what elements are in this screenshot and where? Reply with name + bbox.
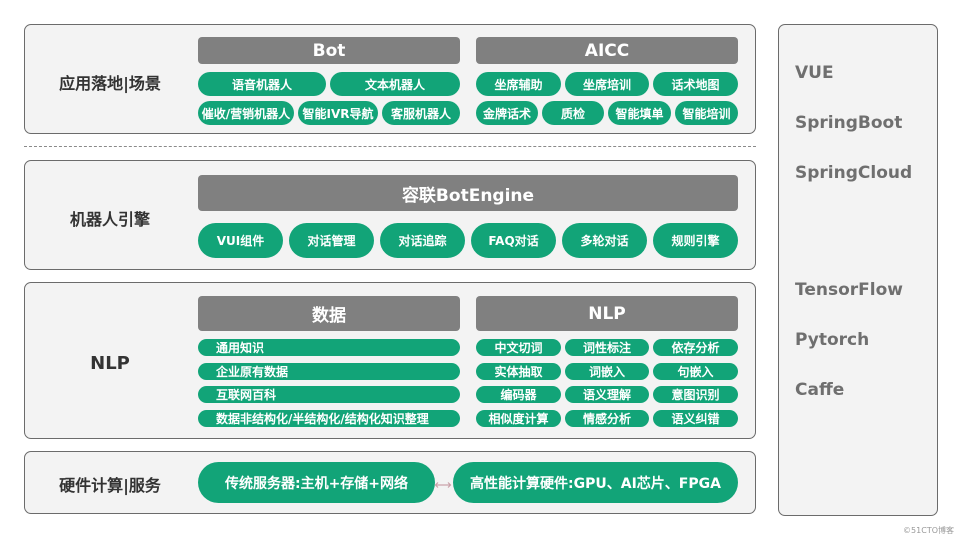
nlp-item-similarity[interactable]: 相似度计算 (476, 410, 561, 427)
nlp-item-dependency-parsing[interactable]: 依存分析 (653, 339, 738, 356)
nlp-item-pos-tagging[interactable]: 词性标注 (565, 339, 649, 356)
application-layer-label: 应用落地|场景 (59, 74, 161, 93)
bot-item-voice-robot[interactable]: 语音机器人 (198, 72, 326, 96)
data-item-internet-wiki[interactable]: 互联网百科 (198, 386, 460, 403)
aicc-item-agent-assist[interactable]: 坐席辅助 (476, 72, 561, 96)
nlp-item-semantic-correction[interactable]: 语义纠错 (653, 410, 738, 427)
engine-item-rule-engine[interactable]: 规则引擎 (653, 223, 738, 258)
nlp-item-encoder[interactable]: 编码器 (476, 386, 561, 403)
tech-stack-panel: VUE SpringBoot SpringCloud TensorFlow Py… (778, 24, 938, 516)
watermark: ©51CTO博客 (903, 526, 954, 535)
tech-item-caffe: Caffe (795, 380, 845, 400)
nlp-item-intent-recognition[interactable]: 意图识别 (653, 386, 738, 403)
nlp-item-word-embedding[interactable]: 词嵌入 (565, 363, 649, 380)
nlp-item-semantic-understanding[interactable]: 语义理解 (565, 386, 649, 403)
tech-item-springboot: SpringBoot (795, 113, 903, 133)
nlp-block-header: NLP (476, 296, 738, 331)
nlp-item-sentiment[interactable]: 情感分析 (565, 410, 649, 427)
hardware-layer-label: 硬件计算|服务 (59, 476, 161, 495)
aicc-item-gold-script[interactable]: 金牌话术 (476, 101, 538, 125)
aicc-item-script-map[interactable]: 话术地图 (653, 72, 738, 96)
nlp-item-sentence-embedding[interactable]: 句嵌入 (653, 363, 738, 380)
engine-item-faq[interactable]: FAQ对话 (471, 223, 556, 258)
engine-item-multi-turn[interactable]: 多轮对话 (562, 223, 647, 258)
engine-item-dialog-mgmt[interactable]: 对话管理 (289, 223, 374, 258)
aicc-item-agent-training[interactable]: 坐席培训 (565, 72, 649, 96)
nlp-layer: NLP 数据 通用知识 企业原有数据 互联网百科 数据非结构化/半结构化/结构化… (24, 282, 756, 439)
hardware-layer: 硬件计算|服务 传统服务器:主机+存储+网络 高性能计算硬件:GPU、AI芯片、… (24, 451, 756, 514)
bot-item-ivr-nav[interactable]: 智能IVR导航 (298, 101, 378, 125)
hardware-item-hpc[interactable]: 高性能计算硬件:GPU、AI芯片、FPGA (453, 462, 738, 503)
tech-item-springcloud: SpringCloud (795, 163, 913, 183)
engine-item-vui[interactable]: VUI组件 (198, 223, 283, 258)
data-item-enterprise-data[interactable]: 企业原有数据 (198, 363, 460, 380)
engine-layer-label: 机器人引擎 (69, 210, 150, 229)
bot-header: Bot (198, 37, 460, 64)
nlp-item-segmentation[interactable]: 中文切词 (476, 339, 561, 356)
tech-item-vue: VUE (795, 63, 834, 83)
data-item-general-knowledge[interactable]: 通用知识 (198, 339, 460, 356)
bot-item-service-robot[interactable]: 客服机器人 (382, 101, 460, 125)
aicc-item-quality-check[interactable]: 质检 (542, 101, 604, 125)
nlp-layer-label: NLP (90, 353, 130, 374)
application-layer: 应用落地|场景 Bot 语音机器人 文本机器人 催收/营销机器人 智能IVR导航… (24, 24, 756, 134)
hardware-item-traditional-server[interactable]: 传统服务器:主机+存储+网络 (198, 462, 435, 503)
aicc-header: AICC (476, 37, 738, 64)
bot-item-text-robot[interactable]: 文本机器人 (330, 72, 460, 96)
tech-item-pytorch: Pytorch (795, 330, 870, 350)
bidirectional-arrow-icon (434, 482, 452, 488)
aicc-item-smart-form[interactable]: 智能填单 (608, 101, 671, 125)
bot-item-collection-robot[interactable]: 催收/营销机器人 (198, 101, 294, 125)
aicc-item-smart-training[interactable]: 智能培训 (675, 101, 738, 125)
engine-layer: 机器人引擎 容联BotEngine VUI组件 对话管理 对话追踪 FAQ对话 … (24, 160, 756, 270)
data-item-knowledge-organizing[interactable]: 数据非结构化/半结构化/结构化知识整理 (198, 410, 460, 427)
engine-item-dialog-tracking[interactable]: 对话追踪 (380, 223, 465, 258)
dashed-separator (24, 146, 756, 147)
tech-item-tensorflow: TensorFlow (795, 280, 903, 300)
nlp-item-entity-extraction[interactable]: 实体抽取 (476, 363, 561, 380)
botengine-header: 容联BotEngine (198, 175, 738, 211)
data-header: 数据 (198, 296, 460, 331)
